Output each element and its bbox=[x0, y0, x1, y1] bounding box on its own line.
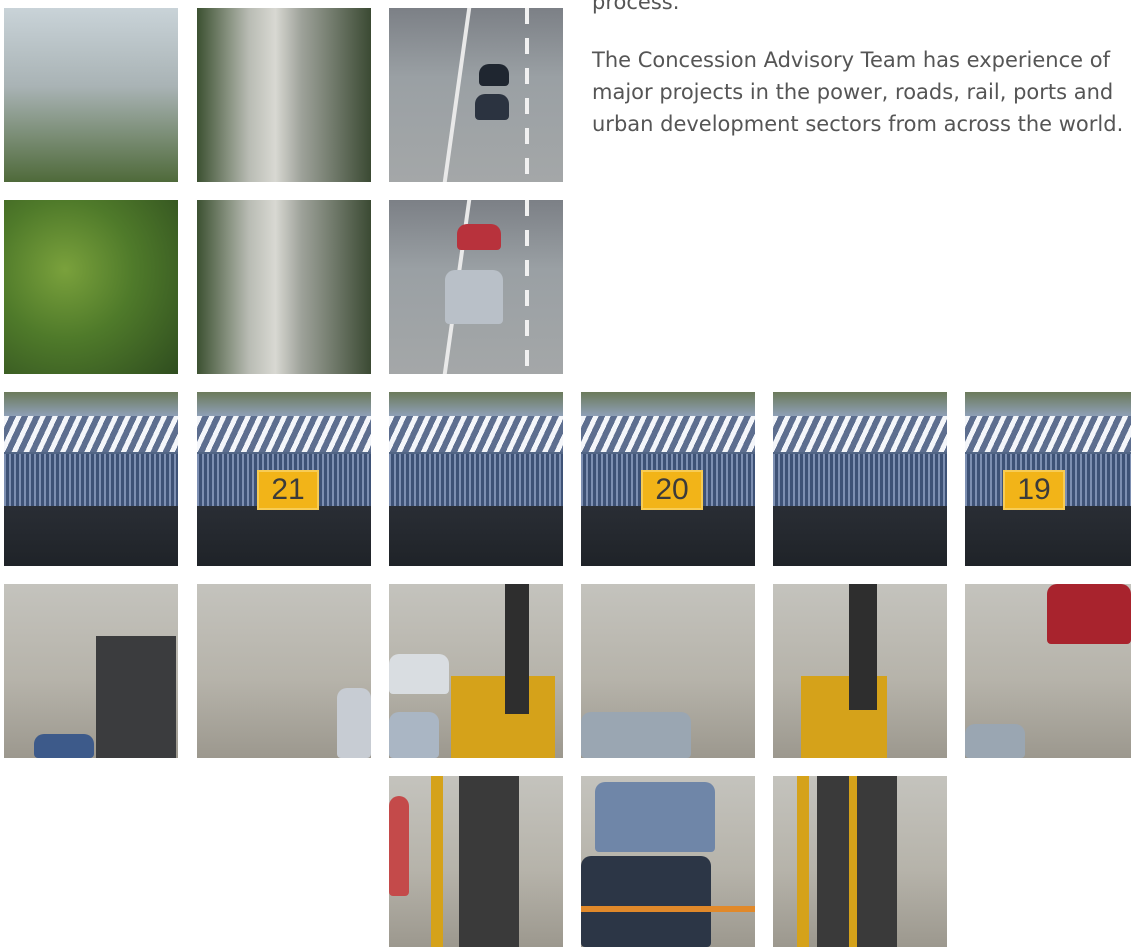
photo-tile-trees-sky bbox=[4, 8, 178, 182]
photo-tile-gantry-sign-21: 21 bbox=[197, 392, 371, 566]
photo-tile-toll-queue bbox=[581, 584, 755, 758]
photo-tile-cars-queue bbox=[581, 776, 755, 947]
photo-tile-gantry bbox=[4, 392, 178, 566]
photo-tile-road-cars bbox=[389, 8, 563, 182]
photo-tile-toll-lane bbox=[197, 584, 371, 758]
gantry-sign-21: 21 bbox=[257, 470, 319, 510]
photo-tile-toll-booth-cars bbox=[389, 584, 563, 758]
gantry-sign-20: 20 bbox=[641, 470, 703, 510]
photo-tile-gantry-sign-19: 19 bbox=[965, 392, 1131, 566]
photo-tile-pillars bbox=[197, 8, 371, 182]
gantry-sign-19: 19 bbox=[1003, 470, 1065, 510]
photo-tile-toll-red-car bbox=[965, 584, 1131, 758]
photo-tile-toll-booth-yellow bbox=[773, 776, 947, 947]
photo-tile-toll-sign bbox=[4, 584, 178, 758]
photo-tile-toll-booth bbox=[773, 584, 947, 758]
photo-tile-gantry bbox=[773, 392, 947, 566]
photo-tile-toll-booth-yellow bbox=[389, 776, 563, 947]
photo-tile-tree bbox=[4, 200, 178, 374]
text-block: process. The Concession Advisory Team ha… bbox=[592, 0, 1131, 166]
text-paragraph: The Concession Advisory Team has experie… bbox=[592, 48, 1124, 136]
photo-tile-ladder-pillar bbox=[197, 200, 371, 374]
photo-tile-gantry-sign-20: 20 bbox=[581, 392, 755, 566]
photo-tile-gantry bbox=[389, 392, 563, 566]
text-line-process: process. bbox=[592, 0, 680, 14]
photo-tile-road-car bbox=[389, 200, 563, 374]
